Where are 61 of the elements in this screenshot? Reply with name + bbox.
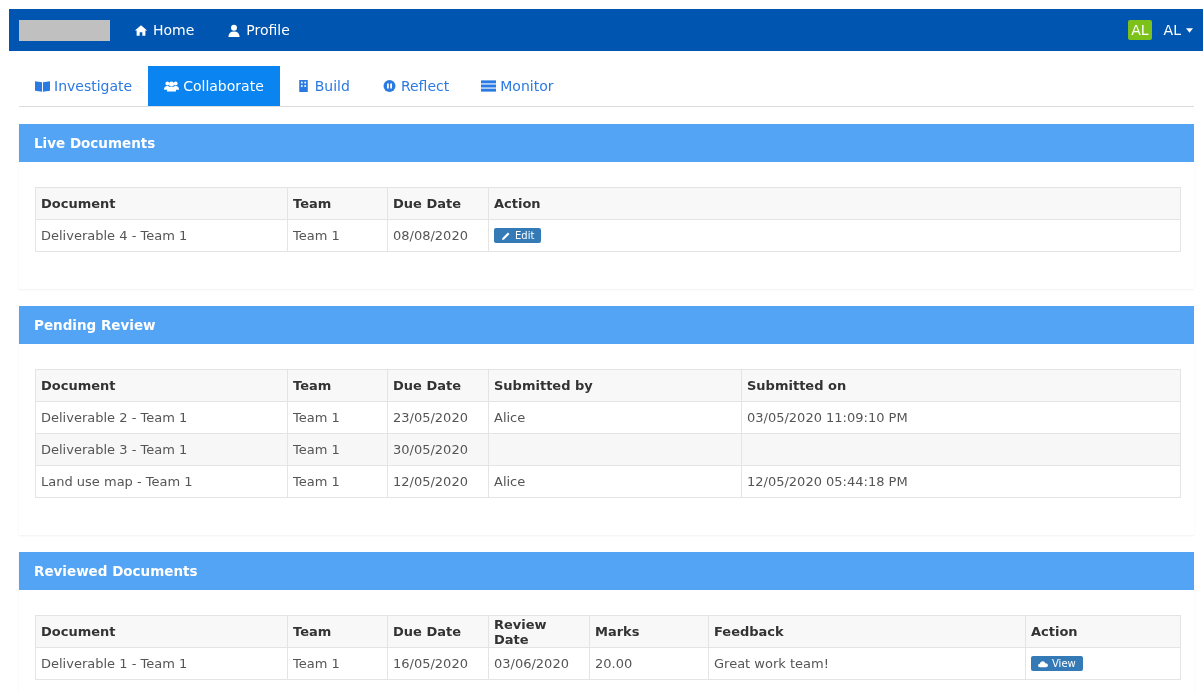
column-header: Document	[35, 615, 288, 648]
column-header: Feedback	[708, 615, 1026, 648]
column-header: Document	[35, 369, 288, 402]
cloud-icon	[1038, 659, 1048, 668]
panel-title: Pending Review	[34, 317, 156, 333]
table-cell: 12/05/2020 05:44:18 PM	[747, 474, 908, 489]
table-cell: Deliverable 4 - Team 1	[41, 228, 188, 243]
panel-title: Live Documents	[34, 135, 156, 151]
column-header: Submitted by	[488, 369, 742, 402]
user-avatar: AL	[1128, 20, 1152, 40]
column-header: Team	[287, 187, 388, 220]
table-cell: Team 1	[293, 228, 340, 243]
pause-icon	[381, 80, 397, 92]
table-cell: Alice	[494, 474, 526, 489]
column-header: Marks	[589, 615, 709, 648]
table-cell: Alice	[494, 410, 526, 425]
table-cell: Team 1	[293, 656, 340, 671]
column-header: Due Date	[387, 369, 489, 402]
tab[interactable]: Reflect	[365, 66, 466, 106]
table-cell: Team 1	[293, 410, 340, 425]
tab[interactable]: Build	[279, 66, 366, 106]
view-button[interactable]: View	[1031, 656, 1083, 672]
table-cell: 30/05/2020	[393, 442, 468, 457]
pencil-icon	[501, 231, 511, 240]
user-icon	[227, 23, 242, 37]
book-icon	[35, 80, 50, 92]
table-cell: Great work team!	[714, 656, 829, 671]
tab[interactable]: Investigate	[19, 66, 149, 106]
table-cell: Team 1	[293, 442, 340, 457]
column-header: Due Date	[387, 615, 489, 648]
table-cell: 08/08/2020	[393, 228, 468, 243]
tab[interactable]: Collaborate	[148, 66, 280, 106]
caret-icon	[1186, 27, 1193, 33]
user-menu[interactable]: AL	[1163, 22, 1193, 38]
column-header: Action	[488, 187, 1181, 220]
home-icon	[134, 23, 148, 37]
table-cell: 03/05/2020 11:09:10 PM	[747, 410, 908, 425]
table-cell: Deliverable 1 - Team 1	[41, 656, 188, 671]
table-cell: Land use map - Team 1	[41, 474, 193, 489]
nav-link[interactable]: Home	[134, 22, 195, 38]
table-cell: 20.00	[595, 656, 633, 671]
table-cell: 03/06/2020	[494, 656, 569, 671]
column-header: Action	[1025, 615, 1181, 648]
table-cell: Deliverable 3 - Team 1	[41, 442, 188, 457]
table-cell: 23/05/2020	[393, 410, 468, 425]
nav-link[interactable]: Profile	[227, 22, 290, 38]
users-icon	[164, 80, 180, 92]
panel-title: Reviewed Documents	[34, 563, 198, 579]
column-header: Review Date	[488, 615, 590, 648]
server-icon	[481, 80, 497, 92]
column-header: Due Date	[387, 187, 489, 220]
edit-button[interactable]: Edit	[494, 228, 542, 244]
table-cell: Deliverable 2 - Team 1	[41, 410, 188, 425]
table-cell: 12/05/2020	[393, 474, 468, 489]
column-header: Document	[35, 187, 288, 220]
column-header: Team	[287, 615, 388, 648]
tab[interactable]: Monitor	[465, 66, 570, 106]
column-header: Submitted on	[741, 369, 1181, 402]
column-header: Team	[287, 369, 388, 402]
table-cell: Team 1	[293, 474, 340, 489]
table-cell: 16/05/2020	[393, 656, 468, 671]
